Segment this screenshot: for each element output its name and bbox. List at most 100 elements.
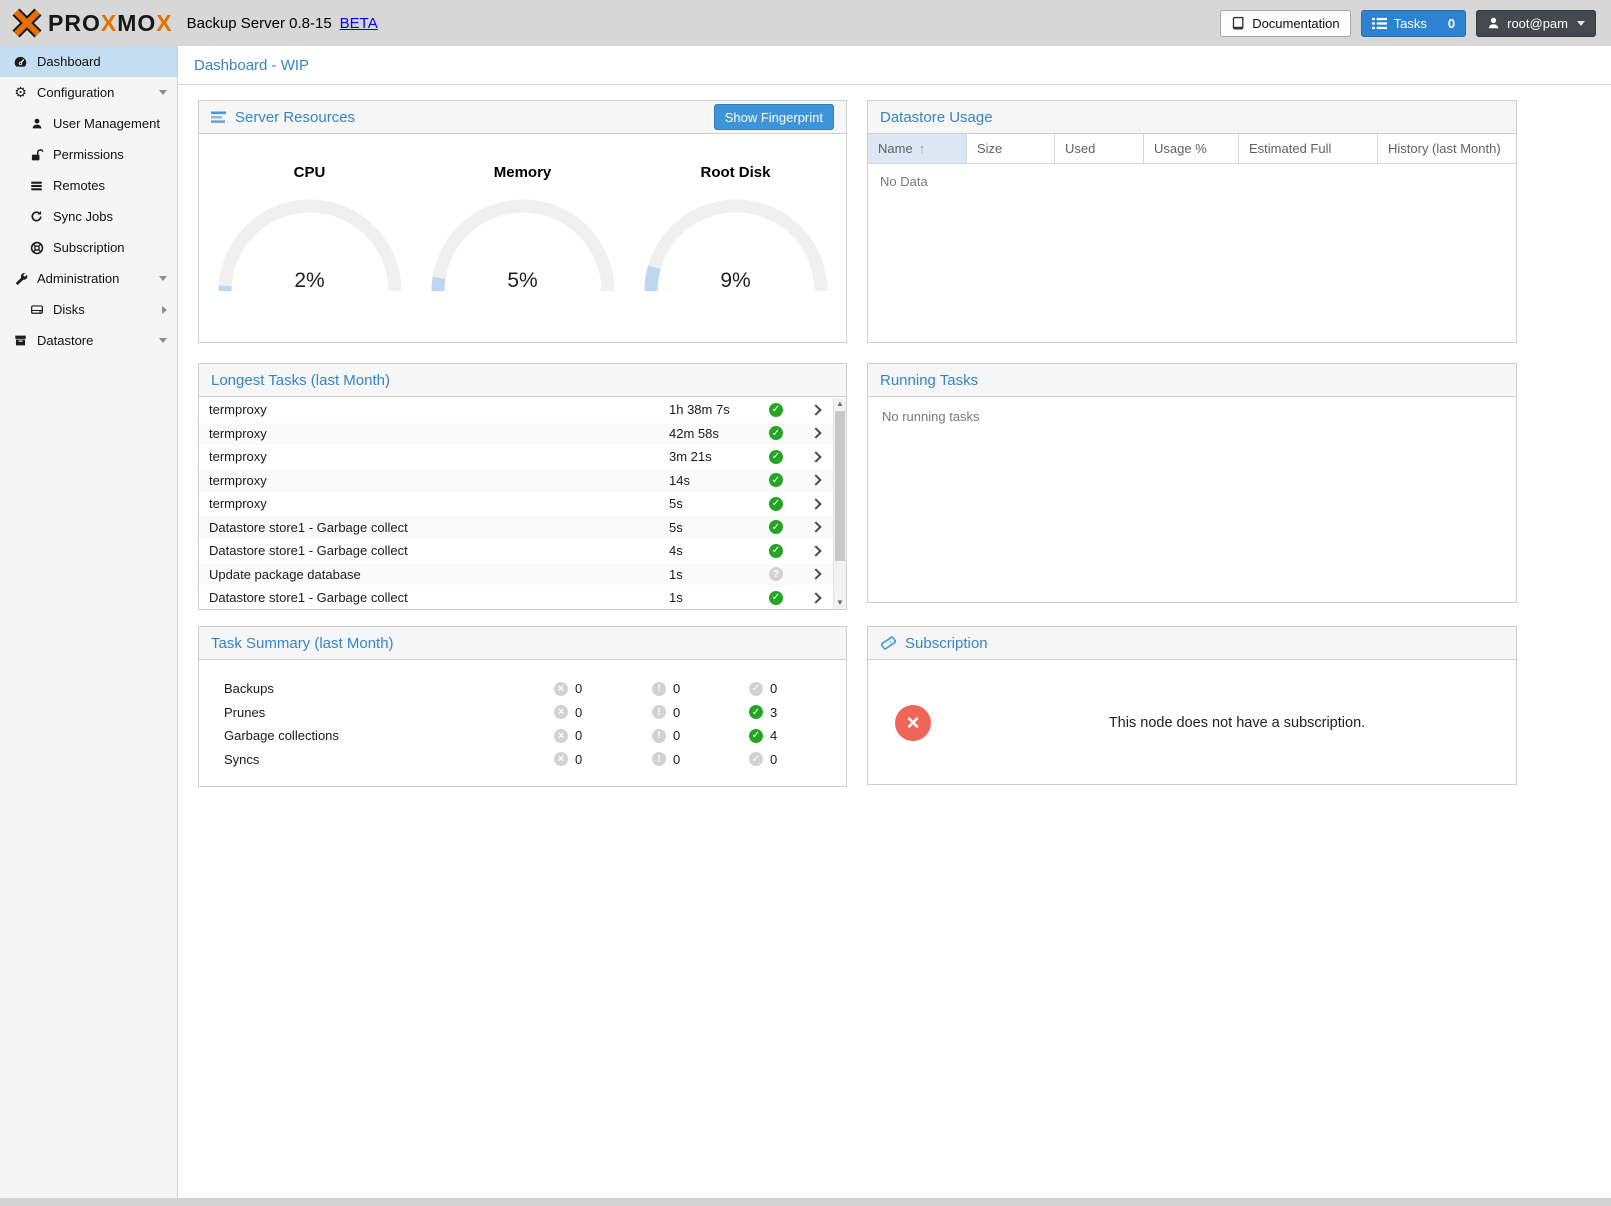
- task-name: termproxy: [209, 496, 669, 511]
- task-summary-panel: Task Summary (last Month) Backups 0 0 0 …: [198, 626, 847, 787]
- user-icon: [1487, 16, 1500, 30]
- chevron-right-icon[interactable]: [810, 522, 821, 533]
- panel-title: Running Tasks: [880, 372, 978, 389]
- summary-label: Garbage collections: [224, 728, 554, 743]
- sidebar-item-administration[interactable]: Administration: [0, 263, 177, 294]
- task-row[interactable]: Update package database 1s: [199, 563, 833, 587]
- sidebar-item-subscription[interactable]: Subscription: [0, 232, 177, 263]
- vertical-scrollbar[interactable]: ▲ ▼: [833, 398, 846, 609]
- chevron-right-icon[interactable]: [810, 569, 821, 580]
- subscription-panel: Subscription × This node does not have a…: [867, 626, 1517, 785]
- server-bars-icon: [28, 180, 45, 192]
- warning-count-icon: [652, 752, 666, 766]
- task-duration: 3m 21s: [669, 449, 769, 464]
- task-status-icon: [769, 520, 783, 534]
- task-row[interactable]: termproxy 3m 21s: [199, 445, 833, 469]
- no-subscription-error-icon: ×: [895, 705, 931, 741]
- beta-link[interactable]: BETA: [340, 15, 378, 32]
- panel-title: Subscription: [905, 635, 988, 652]
- sidebar-item-user-management[interactable]: User Management: [0, 108, 177, 139]
- proxmox-x-logo-icon: [10, 6, 44, 40]
- chevron-right-icon[interactable]: [810, 545, 821, 556]
- sidebar-item-sync-jobs[interactable]: Sync Jobs: [0, 201, 177, 232]
- column-header-usage[interactable]: Usage %: [1144, 134, 1239, 163]
- scrollbar-thumb[interactable]: [835, 411, 845, 561]
- sidebar-item-label: Subscription: [53, 240, 125, 255]
- sidebar-item-label: User Management: [53, 116, 160, 131]
- summary-label: Backups: [224, 681, 554, 696]
- task-row[interactable]: Datastore store1 - Garbage collect 5s: [199, 516, 833, 540]
- column-header-name[interactable]: Name ↑: [868, 134, 967, 163]
- product-version-label: Backup Server 0.8-15: [187, 15, 332, 32]
- gauge-value: 2%: [215, 269, 405, 293]
- chevron-right-icon[interactable]: [810, 475, 821, 486]
- task-row[interactable]: Datastore store1 - Garbage collect 1s: [199, 586, 833, 609]
- tasks-label: Tasks: [1394, 16, 1427, 31]
- main-area: Dashboard - WIP Server Resources Show Fi…: [178, 46, 1611, 1198]
- scroll-down-arrow[interactable]: ▼: [834, 597, 846, 609]
- sidebar-item-dashboard[interactable]: Dashboard: [0, 46, 177, 77]
- chevron-right-icon[interactable]: [810, 498, 821, 509]
- sidebar-item-datastore[interactable]: Datastore: [0, 325, 177, 356]
- ticket-icon: [880, 635, 897, 651]
- sidebar-item-remotes[interactable]: Remotes: [0, 170, 177, 201]
- no-running-tasks-text: No running tasks: [868, 397, 1516, 436]
- memory-gauge: Memory 5%: [423, 164, 623, 295]
- task-row[interactable]: termproxy 42m 58s: [199, 422, 833, 446]
- error-count: 0: [575, 728, 582, 743]
- documentation-button[interactable]: Documentation: [1220, 10, 1350, 37]
- tasks-button[interactable]: Tasks 0: [1361, 10, 1466, 37]
- datastore-table-header: Name ↑ Size Used Usage % Estimated Full …: [868, 134, 1516, 164]
- column-header-size[interactable]: Size: [967, 134, 1055, 163]
- task-name: termproxy: [209, 449, 669, 464]
- task-status-icon: [769, 591, 783, 605]
- task-duration: 5s: [669, 496, 769, 511]
- book-icon: [1231, 16, 1245, 31]
- column-header-history[interactable]: History (last Month): [1378, 134, 1516, 163]
- running-tasks-panel: Running Tasks No running tasks: [867, 363, 1517, 603]
- scroll-up-arrow[interactable]: ▲: [834, 398, 846, 410]
- task-status-icon: [769, 403, 783, 417]
- root-disk-gauge: Root Disk 9%: [636, 164, 836, 295]
- ok-count-icon: [749, 705, 763, 719]
- show-fingerprint-button[interactable]: Show Fingerprint: [714, 104, 834, 130]
- sync-refresh-icon: [28, 210, 45, 223]
- task-row[interactable]: termproxy 1h 38m 7s: [199, 398, 833, 422]
- sidebar: Dashboard ⚙ Configuration User Managemen…: [0, 46, 178, 1198]
- task-name: termproxy: [209, 426, 669, 441]
- panel-title: Datastore Usage: [880, 109, 993, 126]
- task-row[interactable]: Datastore store1 - Garbage collect 4s: [199, 539, 833, 563]
- task-duration: 1s: [669, 567, 769, 582]
- user-menu-button[interactable]: root@pam: [1476, 10, 1596, 37]
- chevron-right-icon[interactable]: [810, 592, 821, 603]
- warning-count-icon: [652, 705, 666, 719]
- ok-count: 0: [770, 752, 777, 767]
- subscription-message: This node does not have a subscription.: [958, 715, 1516, 731]
- sidebar-item-disks[interactable]: Disks: [0, 294, 177, 325]
- column-header-used[interactable]: Used: [1055, 134, 1144, 163]
- no-data-text: No Data: [868, 164, 1516, 199]
- sidebar-item-configuration[interactable]: ⚙ Configuration: [0, 77, 177, 108]
- task-status-icon: [769, 450, 783, 464]
- chevron-right-icon[interactable]: [810, 404, 821, 415]
- chevron-right-icon[interactable]: [810, 428, 821, 439]
- sidebar-item-label: Configuration: [37, 85, 114, 100]
- server-resources-panel: Server Resources Show Fingerprint CPU 2%: [198, 100, 847, 343]
- chevron-right-icon[interactable]: [810, 451, 821, 462]
- task-duration: 4s: [669, 543, 769, 558]
- task-status-icon: [769, 497, 783, 511]
- task-row[interactable]: termproxy 5s: [199, 492, 833, 516]
- panel-title: Task Summary (last Month): [211, 635, 394, 652]
- sidebar-item-permissions[interactable]: Permissions: [0, 139, 177, 170]
- column-header-estimated-full[interactable]: Estimated Full: [1239, 134, 1378, 163]
- error-count-icon: [554, 682, 568, 696]
- caret-down-icon: [159, 338, 167, 343]
- warning-count-icon: [652, 682, 666, 696]
- task-row[interactable]: termproxy 14s: [199, 469, 833, 493]
- datastore-box-icon: [12, 334, 29, 347]
- user-label: root@pam: [1507, 16, 1568, 31]
- warning-count-icon: [652, 729, 666, 743]
- documentation-label: Documentation: [1252, 16, 1339, 31]
- ok-count-icon: [749, 752, 763, 766]
- ok-count-icon: [749, 729, 763, 743]
